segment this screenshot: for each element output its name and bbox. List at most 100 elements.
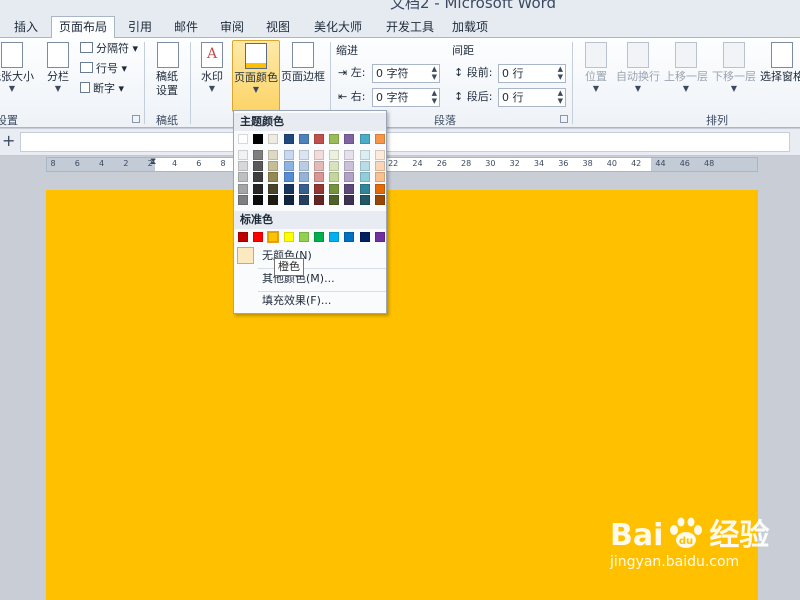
standard-color-swatch[interactable] [238, 232, 248, 242]
theme-shade-swatch[interactable] [374, 150, 385, 160]
theme-color-swatch[interactable] [283, 134, 294, 144]
bring-forward-button[interactable]: 上移一层 ▼ [662, 40, 710, 94]
theme-shade-swatch[interactable] [283, 161, 294, 172]
theme-shade-swatch[interactable] [329, 183, 340, 194]
theme-shade-swatch[interactable] [283, 183, 294, 194]
columns-button[interactable]: 分栏 ▼ [42, 40, 74, 94]
tab-review[interactable]: 审阅 [212, 17, 252, 38]
theme-shade-swatch[interactable] [268, 150, 279, 160]
plus-icon[interactable]: + [2, 131, 15, 150]
fill-effects-item[interactable]: 填充效果(F)... [234, 291, 386, 311]
theme-shade-swatch[interactable] [238, 150, 248, 160]
theme-shade-swatch[interactable] [329, 150, 340, 160]
position-button[interactable]: 位置 ▼ [580, 40, 612, 94]
theme-color-swatch[interactable] [268, 134, 279, 144]
horizontal-ruler[interactable]: ⧗ 86422468101214161820222426283032343638… [46, 157, 758, 172]
theme-shade-swatch[interactable] [238, 172, 248, 183]
wrap-text-button[interactable]: 自动换行 ▼ [614, 40, 662, 94]
theme-shade-swatch[interactable] [344, 183, 355, 194]
theme-shade-swatch[interactable] [374, 161, 385, 172]
theme-shade-swatch[interactable] [344, 150, 355, 160]
draft-paper-button[interactable]: 稿纸设置 [152, 40, 184, 98]
theme-shade-swatch[interactable] [283, 150, 294, 160]
theme-color-swatch[interactable] [314, 134, 324, 144]
theme-shade-swatch[interactable] [253, 183, 264, 194]
theme-shade-swatch[interactable] [238, 161, 248, 172]
theme-shade-swatch[interactable] [283, 172, 294, 183]
tab-addins[interactable]: 加载项 [450, 17, 490, 38]
theme-shade-swatch[interactable] [298, 161, 309, 172]
tab-mailings[interactable]: 邮件 [166, 17, 206, 38]
standard-color-swatch[interactable] [359, 232, 370, 242]
theme-color-swatch[interactable] [238, 134, 248, 144]
paragraph-launcher-icon[interactable] [560, 115, 568, 123]
spin-arrows-icon[interactable]: ▲ ▼ [432, 89, 437, 105]
theme-shade-swatch[interactable] [314, 150, 324, 160]
theme-color-swatch[interactable] [253, 134, 264, 144]
spacing-after-input[interactable]: 0 行 ▲ ▼ [498, 88, 566, 107]
theme-shade-swatch[interactable] [268, 194, 279, 205]
theme-shade-swatch[interactable] [253, 150, 264, 160]
theme-shade-swatch[interactable] [359, 161, 370, 172]
theme-shade-swatch[interactable] [268, 183, 279, 194]
spacing-before-input[interactable]: 0 行 ▲ ▼ [498, 64, 566, 83]
toolbar-input-area[interactable] [20, 132, 790, 152]
theme-shade-swatch[interactable] [344, 194, 355, 205]
theme-shade-swatch[interactable] [298, 183, 309, 194]
tab-page-layout[interactable]: 页面布局 [51, 16, 115, 39]
theme-shade-swatch[interactable] [314, 194, 324, 205]
send-backward-button[interactable]: 下移一层 ▼ [710, 40, 758, 94]
theme-shade-swatch[interactable] [314, 172, 324, 183]
theme-color-swatch[interactable] [359, 134, 370, 144]
theme-color-swatch[interactable] [298, 134, 309, 144]
standard-color-swatch[interactable] [283, 232, 294, 242]
tab-beautify[interactable]: 美化大师 [306, 17, 370, 38]
tab-insert[interactable]: 插入 [6, 17, 46, 38]
tab-references[interactable]: 引用 [120, 17, 160, 38]
theme-shade-swatch[interactable] [253, 172, 264, 183]
theme-shade-swatch[interactable] [374, 183, 385, 194]
hyphenation-button[interactable]: 断字 ▾ [80, 81, 124, 97]
theme-shade-swatch[interactable] [253, 161, 264, 172]
theme-shade-swatch[interactable] [298, 194, 309, 205]
theme-shade-swatch[interactable] [329, 194, 340, 205]
theme-shade-swatch[interactable] [238, 194, 248, 205]
paper-size-button[interactable]: 纸张大小 ▼ [0, 40, 38, 94]
page-borders-button[interactable]: 页面边框 [280, 40, 326, 84]
theme-shade-swatch[interactable] [344, 172, 355, 183]
theme-shade-swatch[interactable] [268, 172, 279, 183]
tab-developer[interactable]: 开发工具 [378, 17, 442, 38]
theme-shade-swatch[interactable] [359, 150, 370, 160]
theme-shade-swatch[interactable] [359, 172, 370, 183]
breaks-button[interactable]: 分隔符 ▾ [80, 41, 138, 57]
tab-view[interactable]: 视图 [258, 17, 298, 38]
theme-color-swatch[interactable] [374, 134, 385, 144]
standard-color-swatch[interactable] [329, 232, 340, 242]
theme-shade-swatch[interactable] [283, 194, 294, 205]
no-color-item[interactable]: 无颜色(N) [234, 246, 386, 266]
theme-shade-swatch[interactable] [253, 194, 264, 205]
theme-shade-swatch[interactable] [268, 161, 279, 172]
indent-left-input[interactable]: 0 字符 ▲ ▼ [372, 64, 440, 83]
more-colors-item[interactable]: 其他颜色(M)... [234, 269, 386, 289]
theme-shade-swatch[interactable] [298, 172, 309, 183]
spin-arrows-icon[interactable]: ▲ ▼ [432, 65, 437, 81]
theme-shade-swatch[interactable] [374, 172, 385, 183]
standard-color-swatch[interactable] [374, 232, 385, 242]
theme-shade-swatch[interactable] [329, 161, 340, 172]
standard-color-swatch[interactable] [314, 232, 324, 242]
theme-color-swatch[interactable] [329, 134, 340, 144]
standard-color-swatch[interactable] [267, 231, 280, 243]
theme-shade-swatch[interactable] [359, 183, 370, 194]
theme-shade-swatch[interactable] [238, 183, 248, 194]
spin-arrows-icon[interactable]: ▲ ▼ [558, 65, 563, 81]
indent-right-input[interactable]: 0 字符 ▲ ▼ [372, 88, 440, 107]
line-numbers-button[interactable]: 行号 ▾ [80, 61, 127, 77]
theme-color-swatch[interactable] [344, 134, 355, 144]
theme-shade-swatch[interactable] [314, 161, 324, 172]
theme-shade-swatch[interactable] [359, 194, 370, 205]
theme-shade-swatch[interactable] [329, 172, 340, 183]
page-color-button[interactable]: 页面颜色 ▼ [232, 40, 280, 112]
theme-shade-swatch[interactable] [374, 194, 385, 205]
theme-shade-swatch[interactable] [298, 150, 309, 160]
